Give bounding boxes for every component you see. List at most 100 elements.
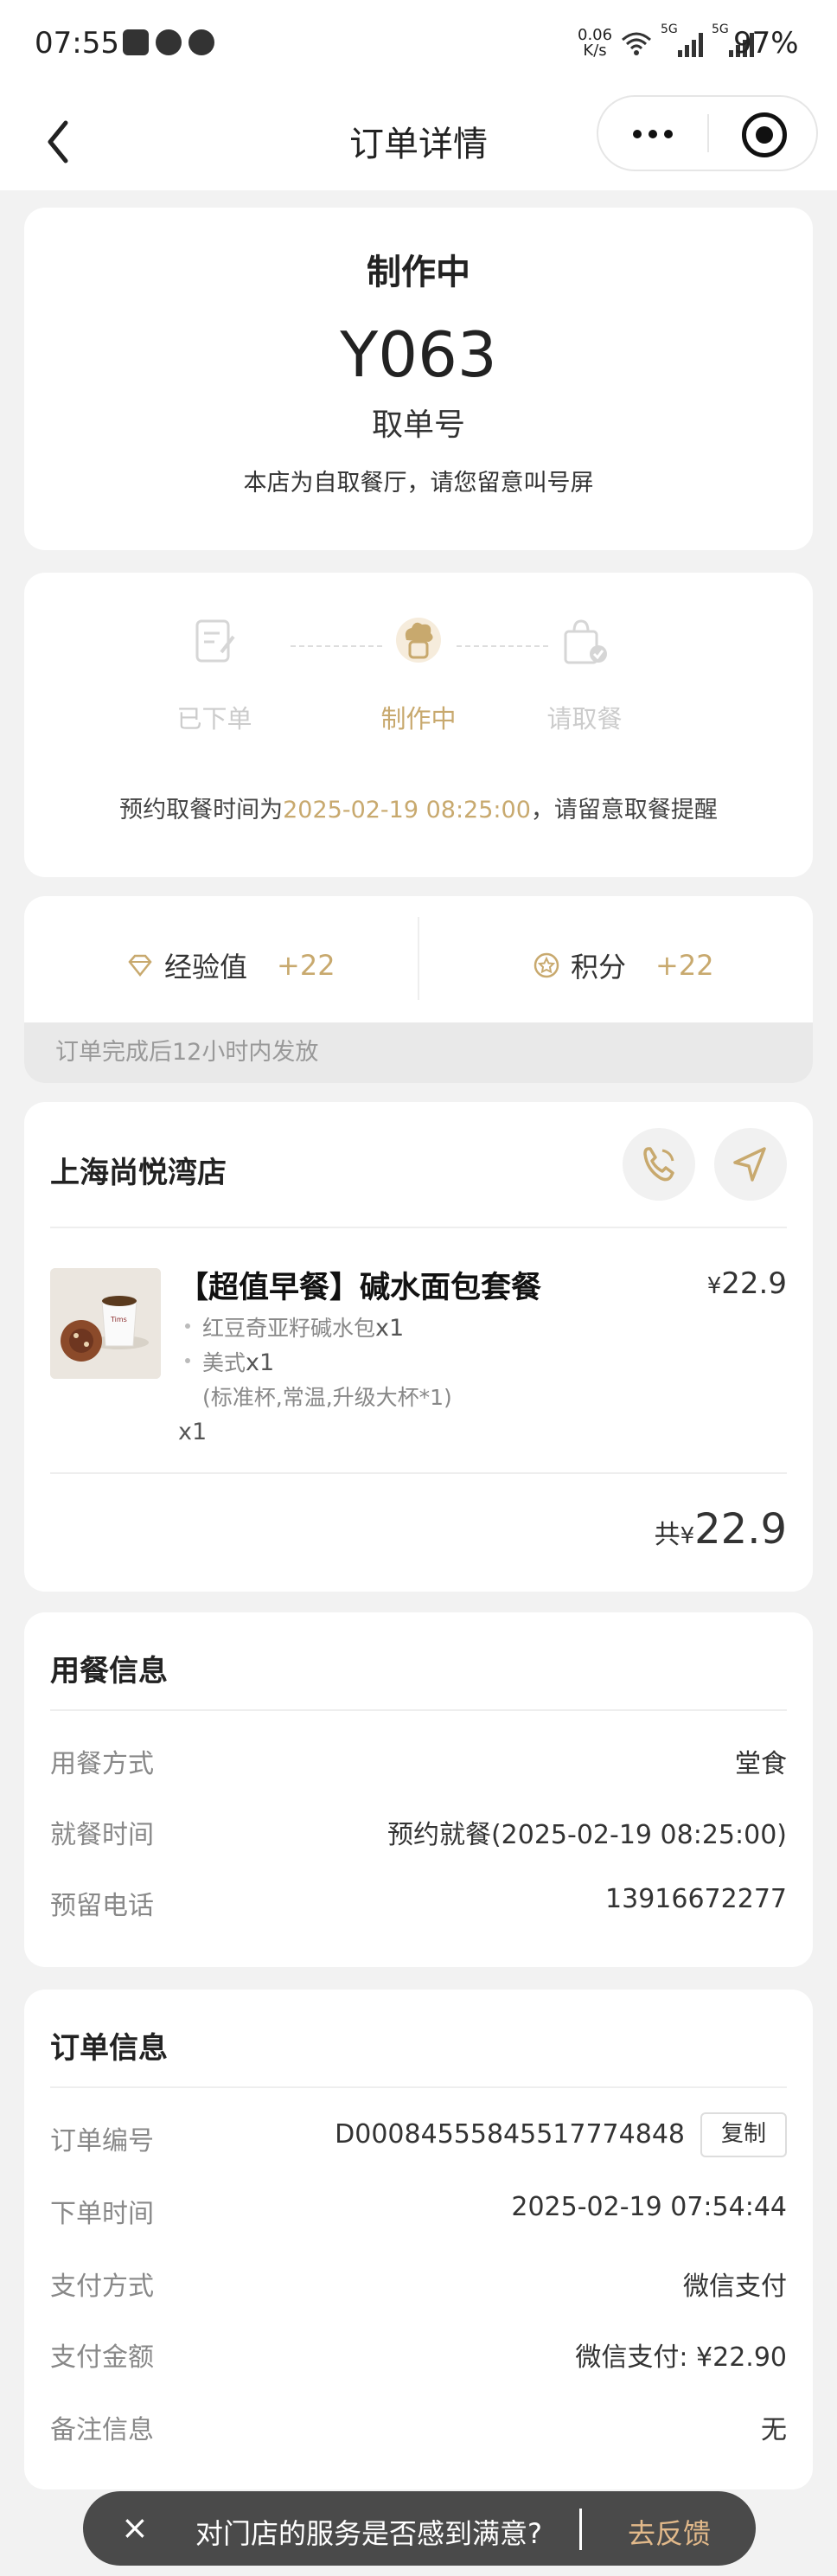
net-speed: 0.06 K/s [578, 28, 612, 59]
row-value: 2025-02-19 07:54:44 [511, 2192, 787, 2222]
status-bar: 07:55 0.06 K/s 5G 5G 97% [0, 0, 837, 93]
feedback-toast: × 对门店的服务是否感到满意? 去反馈 [83, 2491, 756, 2566]
step-label: 请取餐 [546, 704, 623, 734]
pickup-code-label: 取单号 [371, 407, 465, 443]
item-qty: x1 [375, 1315, 405, 1342]
nav-bar: 订单详情 [0, 93, 837, 190]
call-store-button[interactable] [623, 1128, 695, 1201]
product-photo: Tims [50, 1268, 161, 1379]
section-title: 订单信息 [50, 2031, 168, 2066]
notification-icons [123, 29, 214, 55]
total-amount: 22.9 [694, 1505, 787, 1554]
row-value: 预约就餐(2025-02-19 08:25:00) [387, 1820, 787, 1850]
pickup-prefix: 预约取餐时间为 [119, 797, 284, 823]
row-label: 支付方式 [50, 2272, 154, 2302]
info-row: 支付方式 微信支付 [50, 2265, 787, 2302]
signal-5g-label: 5G [661, 22, 678, 36]
miniprogram-capsule [597, 95, 818, 171]
row-label: 用餐方式 [50, 1749, 154, 1779]
currency-symbol: ¥ [680, 1523, 695, 1549]
item-name: 美式 [202, 1350, 246, 1375]
product-price: ¥22.9 [707, 1266, 787, 1301]
step-label: 已下单 [176, 704, 252, 734]
item-name: 红豆奇亚籽碱水包 [202, 1316, 376, 1341]
order-total: 共¥22.9 [655, 1505, 787, 1554]
row-value: 微信支付: ¥22.90 [575, 2342, 787, 2373]
divider [50, 1227, 787, 1228]
store-order-card: 上海尚悦湾店 Tims 【超值早餐】碱水面包套餐 ¥22.9 红豆奇亚籽碱水包x… [24, 1102, 813, 1592]
step-making: 制作中 [332, 614, 505, 735]
rewards-divider [418, 917, 419, 1000]
product-image: Tims [50, 1268, 161, 1379]
net-speed-unit: K/s [583, 42, 607, 60]
exp-reward: 经验值 +22 [126, 939, 335, 991]
navigation-arrow-icon [733, 1147, 766, 1182]
shopping-bag-icon [564, 619, 607, 664]
toast-divider [579, 2509, 582, 2550]
pickup-suffix: ，请留意取餐提醒 [530, 797, 718, 823]
order-info-card: 订单信息 订单编号 D000845558455177748​48 复制 下单时间… [24, 1990, 813, 2489]
phone-icon [643, 1147, 674, 1182]
points-reward: 积分 +22 [533, 939, 714, 991]
row-label: 订单编号 [50, 2126, 154, 2156]
row-label: 支付金额 [50, 2342, 154, 2373]
row-label: 下单时间 [50, 2199, 154, 2229]
gallery-icon [123, 29, 149, 55]
cup-brand-text: Tims [110, 1316, 127, 1323]
total-label: 共 [654, 1520, 680, 1550]
points-label: 积分 [571, 951, 627, 984]
battery-level: 97% [733, 26, 799, 61]
product-qty: x1 [178, 1419, 208, 1445]
navigate-store-button[interactable] [714, 1128, 787, 1201]
order-state: 制作中 [367, 253, 470, 292]
star-coin-icon [534, 952, 559, 978]
divider [50, 1709, 787, 1711]
pickup-code: Y063 [340, 318, 497, 391]
currency-symbol: ¥ [706, 1273, 722, 1299]
capsule-divider [707, 114, 709, 152]
info-row: 支付金额 微信支付: ¥22.90 [50, 2336, 787, 2373]
rewards-card: 经验值 +22 积分 +22 订单完成后12小时内发放 [24, 896, 813, 1083]
item-qty: x1 [246, 1349, 275, 1376]
step-label: 制作中 [380, 704, 457, 734]
product-name: 【超值早餐】碱水面包套餐 [178, 1271, 542, 1305]
close-icon[interactable]: × [121, 2509, 149, 2547]
divider [50, 1472, 787, 1474]
row-label: 就餐时间 [50, 1820, 154, 1850]
status-time: 07:55 [35, 26, 119, 61]
section-title: 用餐信息 [50, 1654, 168, 1688]
row-value: 无 [761, 2415, 787, 2445]
info-row: 订单编号 D000845558455177748​48 复制 [50, 2112, 787, 2157]
product-spec: (标准杯,常温,升级大杯*1) [202, 1385, 452, 1410]
row-value: 13916672277 [605, 1884, 787, 1914]
order-number: D000845558455177748​48 [335, 2119, 685, 2150]
more-icon[interactable] [633, 130, 673, 138]
wifi-icon [622, 32, 651, 55]
wechat-icon [188, 29, 214, 55]
feedback-button[interactable]: 去反馈 [628, 2512, 711, 2552]
row-value: 微信支付 [683, 2272, 787, 2302]
points-value: +22 [655, 949, 714, 982]
feedback-question: 对门店的服务是否感到满意? [195, 2517, 542, 2550]
close-miniprogram-icon[interactable] [742, 112, 787, 157]
info-row: 下单时间 2025-02-19 07:54:44 [50, 2192, 787, 2229]
exp-value: +22 [277, 949, 335, 982]
wechat-icon [156, 29, 182, 55]
order-status-card: 制作中 Y063 取单号 本店为自取餐厅，请您留意叫号屏 [24, 208, 813, 550]
order-progress-card: 已下单 制作中 请取餐 预约取餐时间为2025-02-19 08:25:00，请… [24, 573, 813, 877]
info-row: 预留电话 13916672277 [50, 1884, 787, 1921]
info-row: 用餐方式 堂食 [50, 1742, 787, 1779]
rewards-tip: 订单完成后12小时内发放 [24, 1022, 813, 1083]
step-ordered: 已下单 [128, 614, 301, 735]
store-name[interactable]: 上海尚悦湾店 [50, 1149, 227, 1191]
row-label: 预留电话 [50, 1891, 154, 1921]
signal-5g-label: 5G [712, 22, 729, 36]
info-row: 就餐时间 预约就餐(2025-02-19 08:25:00) [50, 1813, 787, 1850]
copy-button[interactable]: 复制 [700, 2112, 787, 2157]
diamond-icon [128, 954, 152, 977]
order-placed-icon [195, 619, 235, 663]
price-value: 22.9 [721, 1266, 787, 1301]
product-item: 红豆奇亚籽碱水包x1 [184, 1311, 405, 1342]
pickup-time: 2025-02-19 08:25:00 [283, 797, 531, 823]
exp-label: 经验值 [164, 951, 248, 984]
